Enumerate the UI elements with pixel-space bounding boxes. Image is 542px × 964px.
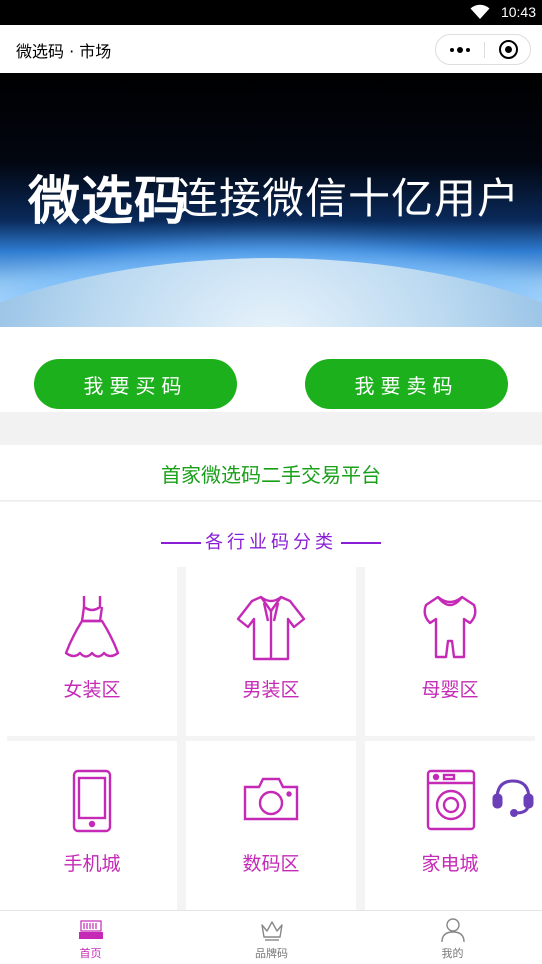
capsule-divider xyxy=(484,42,485,58)
platform-banner: 首家微选码二手交易平台 xyxy=(0,445,542,501)
category-women-clothing[interactable]: 女装区 xyxy=(7,567,177,736)
wifi-icon xyxy=(470,4,490,19)
camera-icon xyxy=(243,777,299,821)
status-time: 10:43 xyxy=(500,4,536,20)
category-label: 男装区 xyxy=(242,679,300,701)
trade-actions: 我要买码 我要卖码 xyxy=(0,327,542,412)
crown-icon xyxy=(261,921,283,941)
buy-code-button[interactable]: 我要买码 xyxy=(34,359,237,409)
category-label: 家电城 xyxy=(421,853,479,875)
category-label: 手机城 xyxy=(63,853,121,875)
tab-label: 我的 xyxy=(441,947,464,960)
mini-program-capsule xyxy=(435,34,531,65)
more-button[interactable] xyxy=(436,35,484,64)
tab-label: 首页 xyxy=(79,947,102,960)
status-bar: 10:43 xyxy=(0,0,542,25)
title-rule-right xyxy=(341,542,381,544)
category-section: 各行业码分类 女装区 男装区 母婴区 手机城 数码区 家电城 xyxy=(0,502,542,910)
title-rule-left xyxy=(161,542,201,544)
tab-home[interactable]: 首页 xyxy=(0,911,181,964)
category-label: 数码区 xyxy=(242,853,300,875)
category-home-appliances[interactable]: 家电城 xyxy=(365,741,535,910)
banner-slogan: 连接微信十亿用户 xyxy=(176,174,521,223)
category-mother-baby[interactable]: 母婴区 xyxy=(365,567,535,736)
washing-machine-icon xyxy=(426,769,476,831)
close-mini-program-button[interactable] xyxy=(499,40,518,59)
category-section-title: 各行业码分类 xyxy=(0,528,542,554)
category-mobile-phones[interactable]: 手机城 xyxy=(7,741,177,910)
platform-text: 首家微选码二手交易平台 xyxy=(161,463,381,487)
tab-label: 品牌码 xyxy=(255,947,288,960)
user-icon xyxy=(441,918,465,943)
headset-icon[interactable] xyxy=(490,773,536,819)
more-dots-icon xyxy=(450,47,454,52)
baby-romper-icon xyxy=(423,595,477,659)
sell-code-button[interactable]: 我要卖码 xyxy=(305,359,508,409)
tab-mine[interactable]: 我的 xyxy=(362,911,542,964)
phone-icon xyxy=(72,769,112,833)
bottom-tab-bar: 首页 品牌码 我的 xyxy=(0,910,542,964)
shirt-icon xyxy=(236,595,306,661)
earth-horizon xyxy=(0,258,542,327)
banner-brand: 微选码 xyxy=(28,172,188,232)
hero-banner[interactable]: 微选码 连接微信十亿用户 xyxy=(0,73,542,327)
page-title: 微选码 · 市场 xyxy=(16,42,112,61)
category-label: 女装区 xyxy=(63,679,121,701)
category-digital[interactable]: 数码区 xyxy=(186,741,356,910)
title-bar: 微选码 · 市场 xyxy=(0,25,542,73)
tab-brand-code[interactable]: 品牌码 xyxy=(181,911,362,964)
category-label: 母婴区 xyxy=(421,679,479,701)
category-grid: 女装区 男装区 母婴区 手机城 数码区 家电城 xyxy=(7,567,535,910)
dress-icon xyxy=(64,596,120,658)
category-men-clothing[interactable]: 男装区 xyxy=(186,567,356,736)
home-logo-icon xyxy=(79,920,103,939)
